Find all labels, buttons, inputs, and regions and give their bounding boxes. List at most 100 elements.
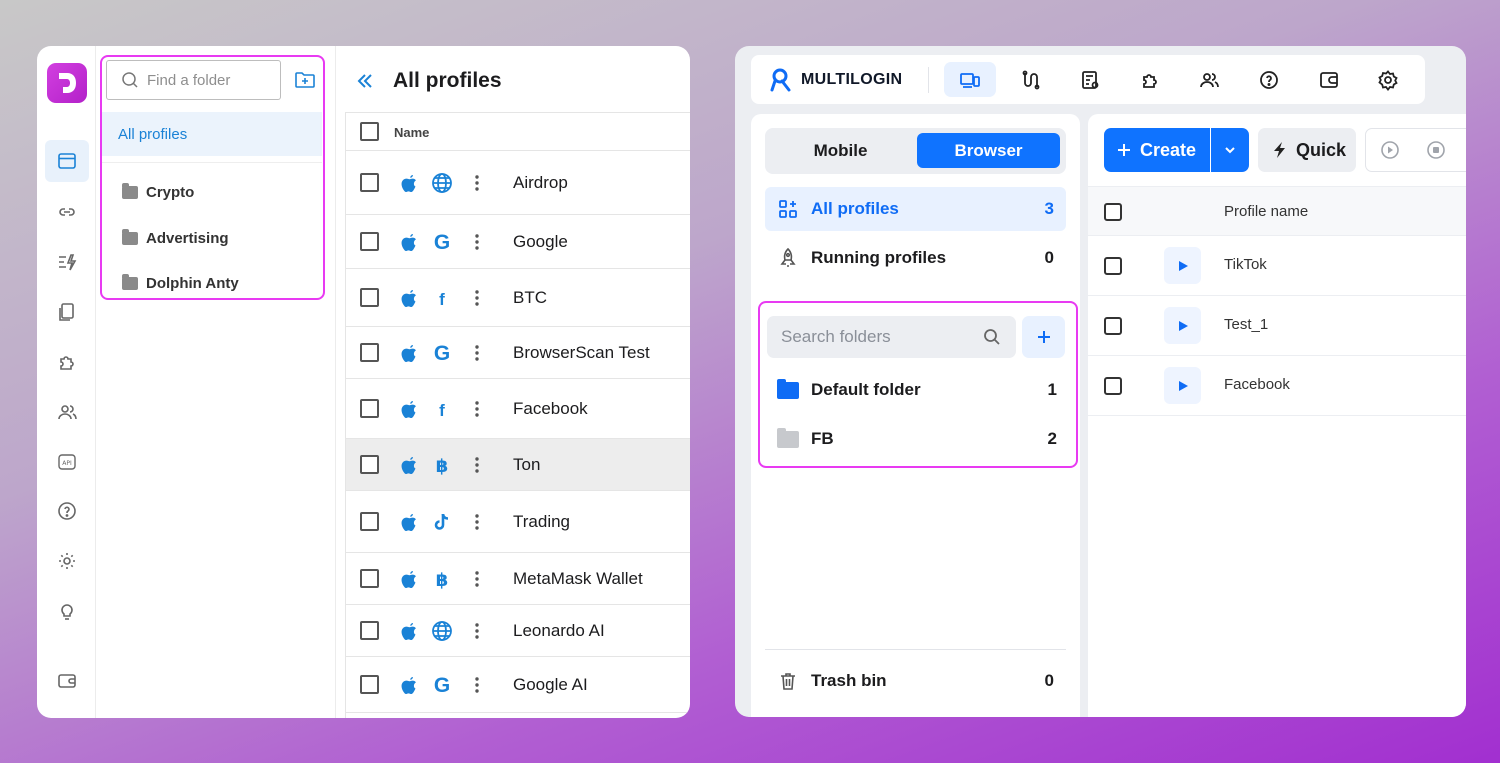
trash-bin-count: 0 bbox=[1044, 671, 1054, 690]
create-button[interactable]: Create bbox=[1104, 128, 1210, 172]
more-options-icon[interactable] bbox=[475, 570, 479, 588]
table-row[interactable]: f BTC bbox=[346, 269, 690, 327]
table-row[interactable]: ฿ Ton bbox=[346, 439, 690, 491]
profile-name: Facebook bbox=[513, 399, 588, 418]
more-options-icon[interactable] bbox=[475, 456, 479, 474]
table-row[interactable]: Test_1 bbox=[1088, 296, 1466, 356]
settings-icon[interactable] bbox=[45, 540, 89, 582]
launch-profile-button[interactable] bbox=[1164, 367, 1201, 404]
platform-segmented-control: Mobile Browser bbox=[765, 128, 1066, 174]
running-profiles-item[interactable]: Running profiles 0 bbox=[765, 236, 1066, 280]
all-profiles-count: 3 bbox=[1044, 199, 1054, 218]
table-row[interactable]: f Facebook bbox=[346, 379, 690, 439]
top-navbar: MULTILOGIN bbox=[751, 55, 1425, 104]
play-circle-icon[interactable] bbox=[1380, 140, 1400, 160]
link-icon[interactable] bbox=[45, 191, 89, 233]
profiles-nav-icon[interactable] bbox=[45, 140, 89, 182]
automation-flow-icon[interactable] bbox=[1004, 62, 1056, 97]
apple-icon bbox=[399, 341, 419, 363]
more-options-icon[interactable] bbox=[475, 622, 479, 640]
table-row[interactable]: ฿ MetaMask Wallet bbox=[346, 553, 690, 605]
team-icon[interactable] bbox=[45, 391, 89, 433]
profiles-devices-icon[interactable] bbox=[944, 62, 996, 97]
apple-icon bbox=[399, 397, 419, 419]
row-checkbox[interactable] bbox=[360, 621, 379, 640]
launch-profile-button[interactable] bbox=[1164, 307, 1201, 344]
divider bbox=[928, 67, 929, 93]
automation-icon[interactable] bbox=[45, 241, 89, 283]
more-options-icon[interactable] bbox=[475, 344, 479, 362]
create-dropdown-button[interactable] bbox=[1211, 128, 1249, 172]
table-row[interactable]: Leonardo AI bbox=[346, 605, 690, 657]
quick-label: Quick bbox=[1296, 139, 1347, 160]
team-icon[interactable] bbox=[1183, 62, 1235, 97]
table-row[interactable]: Airdrop bbox=[346, 151, 690, 215]
row-checkbox[interactable] bbox=[360, 569, 379, 588]
more-options-icon[interactable] bbox=[475, 233, 479, 251]
more-options-icon[interactable] bbox=[475, 289, 479, 307]
mobile-tab[interactable]: Mobile bbox=[769, 133, 912, 168]
more-options-icon[interactable] bbox=[475, 174, 479, 192]
tips-lightbulb-icon[interactable] bbox=[45, 590, 89, 632]
launch-profile-button[interactable] bbox=[1164, 247, 1201, 284]
extensions-icon[interactable] bbox=[1124, 62, 1176, 97]
wallet-icon[interactable] bbox=[1303, 62, 1355, 97]
profiles-table: Name Airdrop G Google f BTC G BrowserScan Test… bbox=[345, 112, 690, 718]
api-icon[interactable]: API bbox=[45, 441, 89, 483]
settings-gear-icon[interactable] bbox=[1362, 62, 1414, 97]
more-options-icon[interactable] bbox=[475, 513, 479, 531]
row-checkbox[interactable] bbox=[360, 343, 379, 362]
more-options-icon[interactable] bbox=[475, 400, 479, 418]
column-profile-name-header: Profile name bbox=[1224, 203, 1309, 220]
stop-circle-icon[interactable] bbox=[1426, 140, 1446, 160]
extensions-icon[interactable] bbox=[45, 341, 89, 383]
run-controls bbox=[1365, 128, 1466, 172]
profile-name: Trading bbox=[513, 512, 571, 531]
row-checkbox[interactable] bbox=[360, 675, 379, 694]
all-profiles-item[interactable]: All profiles 3 bbox=[765, 187, 1066, 231]
table-row[interactable]: G BrowserScan Test bbox=[346, 327, 690, 379]
trash-bin-item[interactable]: Trash bin 0 bbox=[765, 659, 1066, 703]
more-options-icon[interactable] bbox=[475, 676, 479, 694]
table-row[interactable]: TikTok bbox=[1088, 236, 1466, 296]
help-icon[interactable] bbox=[1243, 62, 1295, 97]
apple-icon bbox=[399, 286, 419, 308]
row-checkbox[interactable] bbox=[360, 288, 379, 307]
profile-name: BTC bbox=[513, 288, 547, 307]
wallet-icon[interactable] bbox=[45, 660, 89, 702]
bookmarks-icon[interactable] bbox=[45, 291, 89, 333]
play-icon bbox=[1178, 320, 1188, 331]
profile-name: Leonardo AI bbox=[513, 621, 605, 640]
google-icon: G bbox=[431, 674, 453, 696]
table-row[interactable]: G Google bbox=[346, 215, 690, 269]
play-icon bbox=[1178, 380, 1188, 391]
help-icon[interactable] bbox=[45, 490, 89, 532]
table-row[interactable]: Facebook bbox=[1088, 356, 1466, 416]
dolphin-logo-icon[interactable] bbox=[47, 63, 87, 103]
multilogin-logo[interactable]: MULTILOGIN bbox=[769, 67, 902, 93]
reports-icon[interactable] bbox=[1064, 62, 1116, 97]
select-all-checkbox[interactable] bbox=[1104, 203, 1122, 221]
row-checkbox[interactable] bbox=[360, 232, 379, 251]
collapse-chevrons-icon[interactable] bbox=[356, 72, 374, 90]
rocket-icon bbox=[777, 247, 799, 269]
browser-tab[interactable]: Browser bbox=[917, 133, 1060, 168]
multilogin-window: MULTILOGIN Mobile Browser All profiles 3… bbox=[735, 46, 1466, 717]
dolphin-window: API Find a folder All profiles Crypto Ad… bbox=[37, 46, 690, 718]
row-checkbox[interactable] bbox=[1104, 257, 1122, 275]
row-checkbox[interactable] bbox=[360, 455, 379, 474]
table-row[interactable]: G Google AI bbox=[346, 657, 690, 713]
select-all-checkbox[interactable] bbox=[360, 122, 379, 141]
row-checkbox[interactable] bbox=[1104, 317, 1122, 335]
row-checkbox[interactable] bbox=[360, 173, 379, 192]
trash-bin-label: Trash bin bbox=[811, 671, 887, 690]
quick-button[interactable]: Quick bbox=[1258, 128, 1356, 172]
svg-text:f: f bbox=[439, 290, 445, 309]
table-row[interactable]: Trading bbox=[346, 491, 690, 553]
row-checkbox[interactable] bbox=[360, 399, 379, 418]
row-checkbox[interactable] bbox=[1104, 377, 1122, 395]
row-checkbox[interactable] bbox=[360, 512, 379, 531]
google-icon: G bbox=[431, 342, 453, 364]
profile-name: BrowserScan Test bbox=[513, 343, 650, 362]
facebook-icon: f bbox=[431, 287, 453, 309]
